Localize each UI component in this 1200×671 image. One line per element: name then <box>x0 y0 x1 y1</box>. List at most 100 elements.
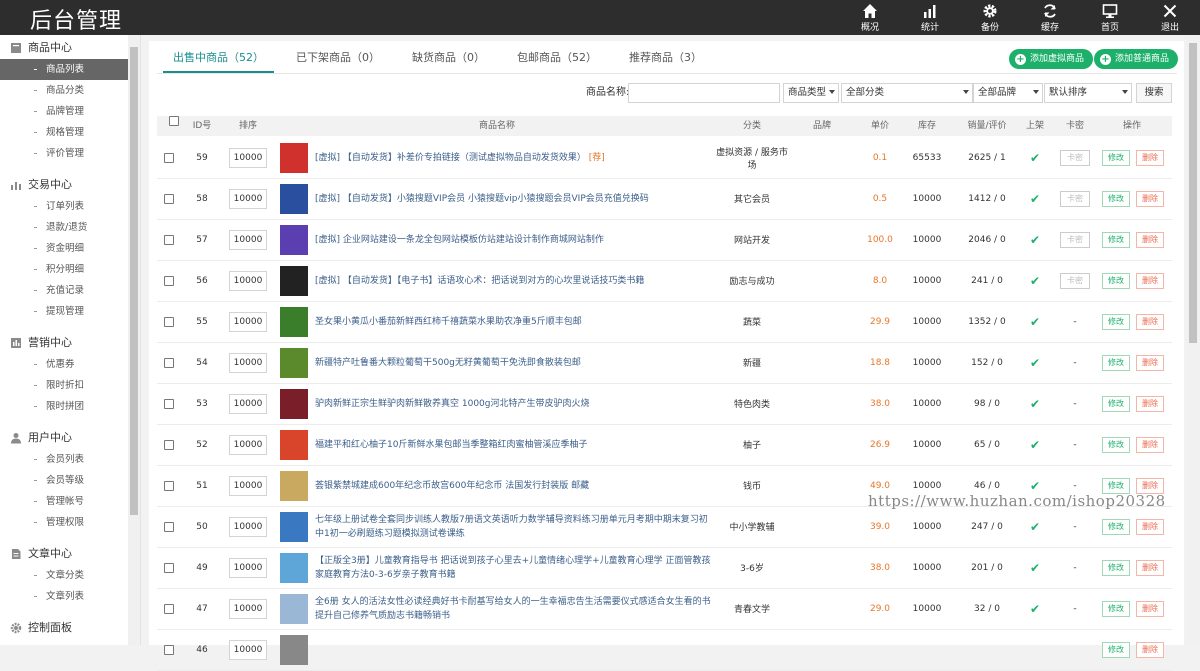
sidebar-item-article-category[interactable]: 文章分类 <box>0 565 128 586</box>
check-icon[interactable]: ✔ <box>1023 219 1047 260</box>
row-checkbox[interactable] <box>163 465 175 506</box>
sidebar-item-orders[interactable]: 订单列表 <box>0 196 128 217</box>
delete-button[interactable]: 删除 <box>1136 231 1164 248</box>
sidebar-item-admin-permissions[interactable]: 管理权限 <box>0 512 128 533</box>
row-checkbox[interactable] <box>163 506 175 547</box>
check-icon[interactable]: ✔ <box>1023 588 1047 629</box>
delete-button[interactable]: 删除 <box>1136 600 1164 617</box>
sidebar-item-admin-accounts[interactable]: 管理帐号 <box>0 491 128 512</box>
delete-button[interactable]: 删除 <box>1136 313 1164 330</box>
edit-button[interactable]: 修改 <box>1102 313 1130 330</box>
edit-button[interactable]: 修改 <box>1102 190 1130 207</box>
edit-button[interactable]: 修改 <box>1102 436 1130 453</box>
check-icon[interactable]: ✔ <box>1023 506 1047 547</box>
check-icon[interactable] <box>1023 629 1047 670</box>
goods-name-link[interactable]: 荟银紫禁城建成600年纪念币故宫600年纪念币 法国发行封装版 邮藏 <box>315 481 589 491</box>
nav-logout-button[interactable]: 退出 <box>1140 0 1200 35</box>
add-normal-goods-button[interactable]: + 添加普通商品 <box>1094 49 1179 69</box>
check-icon[interactable]: ✔ <box>1023 424 1047 465</box>
sort-input[interactable]: 10000 <box>229 516 267 537</box>
sidebar-item-points[interactable]: 积分明细 <box>0 259 128 280</box>
sort-input[interactable]: 10000 <box>229 147 267 168</box>
card-key-button[interactable]: 卡密 <box>1060 272 1090 289</box>
goods-name-link[interactable]: 圣女果小黄瓜小番茄新鲜西红柿千禧蔬菜水果助农净重5斤顺丰包邮 <box>315 317 582 327</box>
nav-backup-button[interactable]: 备份 <box>960 0 1020 35</box>
row-checkbox[interactable] <box>163 137 175 178</box>
sidebar-group-title[interactable]: 文章中心 <box>0 543 140 565</box>
delete-button[interactable]: 删除 <box>1136 436 1164 453</box>
card-key-button[interactable]: 卡密 <box>1060 149 1090 166</box>
sidebar-group-title[interactable]: 用户中心 <box>0 427 140 449</box>
brand-select[interactable]: 全部品牌 <box>973 83 1043 103</box>
nav-stats-button[interactable]: 统计 <box>900 0 960 35</box>
row-checkbox[interactable] <box>163 301 175 342</box>
check-icon[interactable]: ✔ <box>1023 547 1047 588</box>
delete-button[interactable]: 删除 <box>1136 559 1164 576</box>
goods-name-link[interactable]: [虚拟] 【自动发货】【电子书】话语攻心术：把话说到对方的心坎里说话技巧类书籍 <box>315 276 644 286</box>
goods-thumbnail[interactable] <box>280 224 308 255</box>
sort-input[interactable]: 10000 <box>229 598 267 619</box>
check-icon[interactable]: ✔ <box>1023 260 1047 301</box>
row-checkbox[interactable] <box>163 178 175 219</box>
sort-input[interactable]: 10000 <box>229 352 267 373</box>
row-checkbox[interactable] <box>163 547 175 588</box>
sidebar-group-title[interactable]: 商品中心 <box>0 37 140 59</box>
sidebar-scrollbar-thumb[interactable] <box>130 47 138 515</box>
goods-thumbnail[interactable] <box>280 552 308 583</box>
sort-input[interactable]: 10000 <box>229 270 267 291</box>
tab-free-shipping[interactable]: 包邮商品（52） <box>501 41 613 73</box>
page-scrollbar[interactable] <box>1186 35 1200 645</box>
row-checkbox[interactable] <box>163 342 175 383</box>
sidebar-item-member-levels[interactable]: 会员等级 <box>0 470 128 491</box>
sidebar-item-spec[interactable]: 规格管理 <box>0 122 128 143</box>
goods-name-link[interactable]: 福建平和红心柚子10斤新鲜水果包邮当季整箱红肉蜜柚管溪应季柚子 <box>315 440 587 450</box>
row-checkbox[interactable] <box>163 219 175 260</box>
goods-thumbnail[interactable] <box>280 142 308 173</box>
sidebar-item-goods-category[interactable]: 商品分类 <box>0 80 128 101</box>
goods-name-link[interactable]: 驴肉新鲜正宗生鲜驴肉新鲜散养真空 1000g河北特产生带皮驴肉火烧 <box>315 399 589 409</box>
row-checkbox[interactable] <box>163 424 175 465</box>
sort-input[interactable]: 10000 <box>229 229 267 250</box>
sort-input[interactable]: 10000 <box>229 557 267 578</box>
sidebar-item-recharge[interactable]: 充值记录 <box>0 280 128 301</box>
check-icon[interactable]: ✔ <box>1023 137 1047 178</box>
sidebar-item-members[interactable]: 会员列表 <box>0 449 128 470</box>
goods-name-link[interactable]: [虚拟] 企业网站建设一条龙全包网站模板仿站建站设计制作商城网站制作 <box>315 235 604 245</box>
goods-thumbnail[interactable] <box>280 470 308 501</box>
sort-input[interactable]: 10000 <box>229 188 267 209</box>
check-icon[interactable]: ✔ <box>1023 178 1047 219</box>
delete-button[interactable]: 删除 <box>1136 190 1164 207</box>
search-button[interactable]: 搜索 <box>1136 83 1172 103</box>
nav-cache-button[interactable]: 缓存 <box>1020 0 1080 35</box>
row-checkbox[interactable] <box>163 588 175 629</box>
sort-input[interactable]: 10000 <box>229 393 267 414</box>
sidebar-item-groupbuy[interactable]: 限时拼团 <box>0 396 128 417</box>
goods-thumbnail[interactable] <box>280 593 308 624</box>
page-scrollbar-thumb[interactable] <box>1189 43 1197 343</box>
edit-button[interactable]: 修改 <box>1102 600 1130 617</box>
goods-thumbnail[interactable] <box>280 265 308 296</box>
edit-button[interactable]: 修改 <box>1102 354 1130 371</box>
goods-name-link[interactable]: 七年级上册试卷全套同步训练人教版7册语文英语听力数学辅导资料练习册单元月考期中期… <box>315 515 708 539</box>
search-name-input[interactable] <box>628 83 780 103</box>
sidebar-item-refunds[interactable]: 退款/退货 <box>0 217 128 238</box>
delete-button[interactable]: 删除 <box>1136 641 1164 658</box>
goods-thumbnail[interactable] <box>280 347 308 378</box>
category-select[interactable]: 全部分类 <box>841 83 973 103</box>
edit-button[interactable]: 修改 <box>1102 149 1130 166</box>
sort-select[interactable]: 默认排序 <box>1044 83 1132 103</box>
row-checkbox[interactable] <box>163 260 175 301</box>
sidebar-item-review[interactable]: 评价管理 <box>0 143 128 164</box>
tab-on-sale[interactable]: 出售中商品（52） <box>157 41 280 73</box>
card-key-button[interactable]: 卡密 <box>1060 190 1090 207</box>
sidebar-group-title[interactable]: 控制面板 <box>0 617 140 639</box>
tab-out-of-stock[interactable]: 缺货商品（0） <box>396 41 501 73</box>
row-checkbox[interactable] <box>163 629 175 670</box>
sidebar-group-title[interactable]: 营销中心 <box>0 332 140 354</box>
tab-recommended[interactable]: 推荐商品（3） <box>613 41 718 73</box>
sidebar-scrollbar[interactable] <box>128 35 140 645</box>
goods-type-select[interactable]: 商品类型 <box>783 83 839 103</box>
goods-thumbnail[interactable] <box>280 306 308 337</box>
tab-off-shelf[interactable]: 已下架商品（0） <box>280 41 396 73</box>
delete-button[interactable]: 删除 <box>1136 518 1164 535</box>
